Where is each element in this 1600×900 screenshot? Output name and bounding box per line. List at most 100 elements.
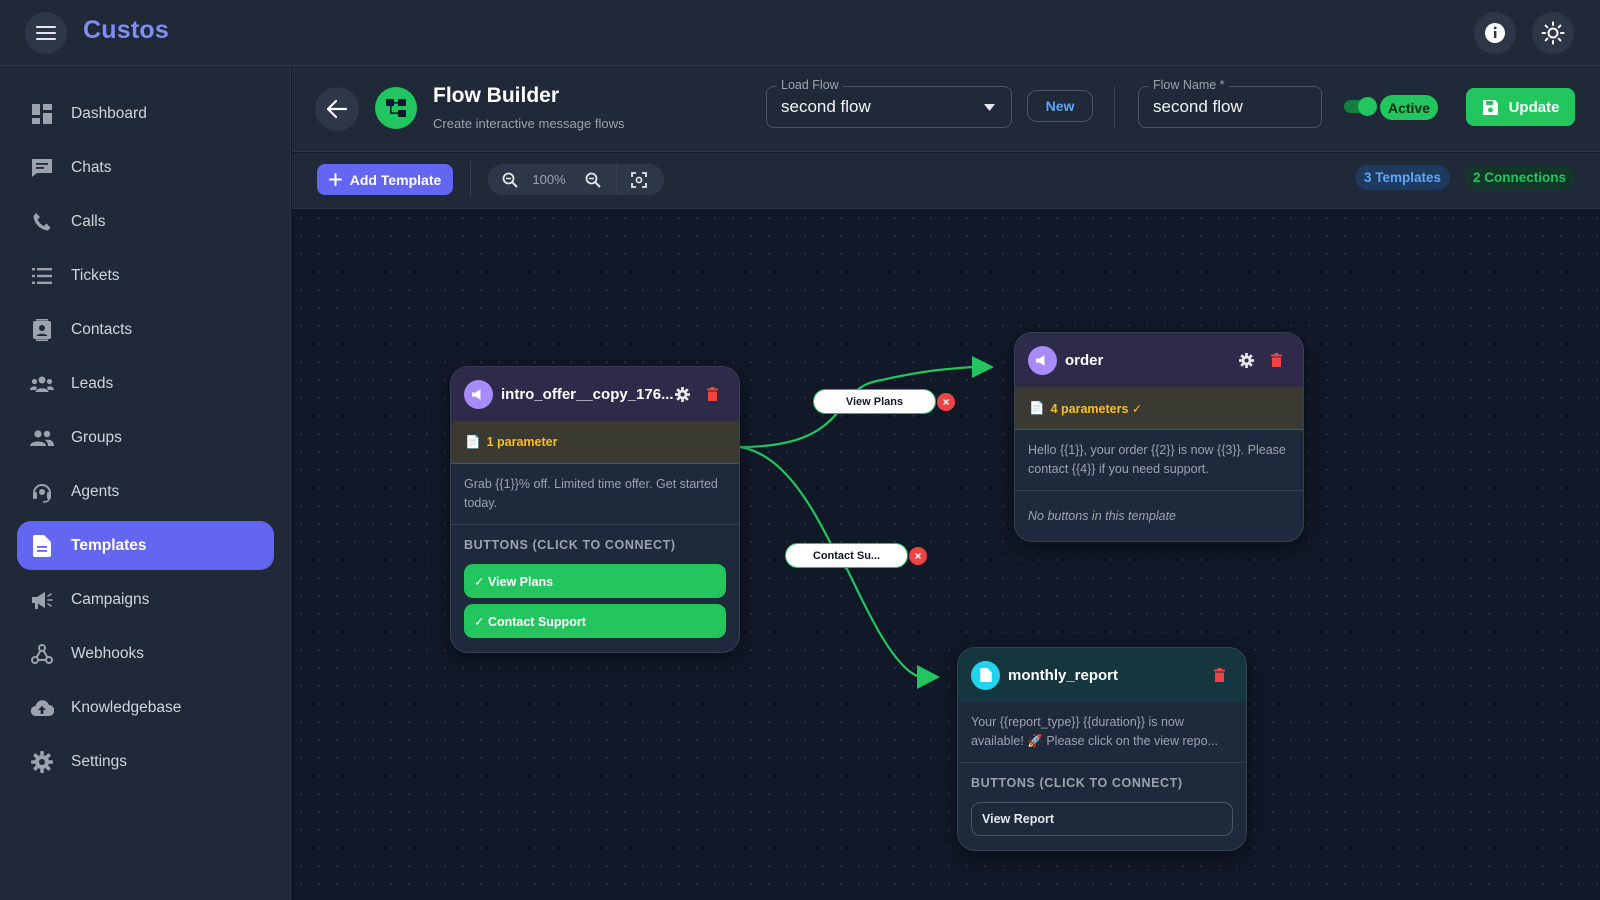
flow-canvas[interactable]: View Plans × Contact Su... × intro_offer… xyxy=(292,209,1600,900)
param-row: 📄 1 parameter xyxy=(451,421,739,464)
edge-label-contact-support[interactable]: Contact Su... xyxy=(785,543,908,568)
page-subtitle: Create interactive message flows xyxy=(433,116,625,131)
sidebar: Dashboard Chats Calls Tickets Contacts L… xyxy=(0,66,291,900)
template-node-monthly-report[interactable]: monthly_report Your {{report_type}} {{du… xyxy=(957,647,1247,851)
zoom-controls: 100% xyxy=(488,164,664,195)
buttons-section-title: BUTTONS (CLICK TO CONNECT) xyxy=(971,776,1183,790)
trash-icon[interactable] xyxy=(1210,666,1228,684)
megaphone-icon xyxy=(1028,345,1057,375)
template-button-view-report[interactable]: View Report xyxy=(971,802,1233,836)
sidebar-item-campaigns[interactable]: Campaigns xyxy=(17,575,274,624)
sidebar-item-settings[interactable]: Settings xyxy=(17,737,274,786)
info-icon xyxy=(1485,23,1505,43)
zoom-divider xyxy=(616,164,617,195)
save-icon xyxy=(1482,99,1498,115)
template-button-contact-support[interactable]: ✓ Contact Support xyxy=(464,604,726,638)
node-title: order xyxy=(1065,351,1104,369)
flow-name-label: Flow Name * xyxy=(1149,78,1229,92)
zoom-in-button[interactable] xyxy=(582,169,604,191)
param-count: 1 parameter xyxy=(486,435,558,449)
edge-delete-view-plans[interactable]: × xyxy=(937,393,955,411)
update-label: Update xyxy=(1508,98,1560,116)
sidebar-item-label: Agents xyxy=(71,482,120,500)
sidebar-item-label: Chats xyxy=(71,158,112,176)
sidebar-item-agents[interactable]: Agents xyxy=(17,467,274,516)
canvas-toolbar: Add Template 100% 3 Templates 2 Connecti… xyxy=(292,153,1600,209)
template-button-view-plans[interactable]: ✓ View Plans xyxy=(464,564,726,598)
node-header[interactable]: monthly_report xyxy=(958,648,1246,702)
document-icon xyxy=(30,534,54,558)
edge-arrow-monthly xyxy=(917,665,940,689)
arrow-left-icon xyxy=(327,100,347,118)
sidebar-item-label: Groups xyxy=(71,428,122,446)
sidebar-item-tickets[interactable]: Tickets xyxy=(17,251,274,300)
trash-icon[interactable] xyxy=(703,385,721,403)
sidebar-item-chats[interactable]: Chats xyxy=(17,143,274,192)
flow-name-value: second flow xyxy=(1153,97,1243,116)
sidebar-item-label: Templates xyxy=(71,536,147,554)
info-button[interactable] xyxy=(1474,12,1516,54)
flow-name-field[interactable]: Flow Name * second flow xyxy=(1138,78,1322,128)
toggle-knob[interactable] xyxy=(1358,97,1377,116)
node-body: Grab {{1}}% off. Limited time offer. Get… xyxy=(451,464,739,525)
trash-icon[interactable] xyxy=(1267,351,1285,369)
node-title: intro_offer__copy_176... xyxy=(501,385,674,403)
load-flow-label: Load Flow xyxy=(777,78,843,92)
flow-builder-logo xyxy=(375,87,417,129)
zoom-out-button[interactable] xyxy=(499,169,521,191)
param-row: 📄 4 parameters ✓ xyxy=(1015,387,1303,430)
node-body: Your {{report_type}} {{duration}} is now… xyxy=(958,702,1246,763)
add-template-button[interactable]: Add Template xyxy=(317,164,453,195)
edge-label-view-plans[interactable]: View Plans xyxy=(813,389,936,414)
sidebar-item-label: Calls xyxy=(71,212,106,230)
update-button[interactable]: Update xyxy=(1466,88,1575,126)
back-button[interactable] xyxy=(315,87,359,131)
template-node-intro-offer[interactable]: intro_offer__copy_176... 📄 1 parameter G… xyxy=(450,366,740,653)
sidebar-item-webhooks[interactable]: Webhooks xyxy=(17,629,274,678)
sidebar-item-label: Dashboard xyxy=(71,104,147,122)
gear-icon xyxy=(30,750,54,774)
header-divider xyxy=(1114,86,1115,128)
sidebar-item-calls[interactable]: Calls xyxy=(17,197,274,246)
theme-toggle-button[interactable] xyxy=(1532,12,1574,54)
sidebar-item-leads[interactable]: Leads xyxy=(17,359,274,408)
flow-header: Flow Builder Create interactive message … xyxy=(292,66,1600,152)
sidebar-item-label: Settings xyxy=(71,752,128,770)
groups-icon xyxy=(30,426,54,450)
document-icon: 📄 xyxy=(465,434,481,449)
menu-button[interactable] xyxy=(25,12,67,54)
node-header[interactable]: intro_offer__copy_176... xyxy=(451,367,739,421)
node-title: monthly_report xyxy=(1008,666,1119,684)
cloud-upload-icon xyxy=(30,696,54,720)
template-node-order[interactable]: order 📄 4 parameters ✓ Hello {{1}}, your… xyxy=(1014,332,1304,542)
load-flow-select[interactable]: Load Flow second flow xyxy=(766,78,1012,128)
phone-icon xyxy=(30,210,54,234)
gear-icon[interactable] xyxy=(1237,351,1255,369)
fit-view-button[interactable] xyxy=(628,169,650,191)
megaphone-icon xyxy=(464,379,493,409)
sidebar-item-templates[interactable]: Templates xyxy=(17,521,274,570)
node-body: Hello {{1}}, your order {{2}} is now {{3… xyxy=(1015,430,1303,491)
sidebar-item-dashboard[interactable]: Dashboard xyxy=(17,89,274,138)
no-buttons-note: No buttons in this template xyxy=(1028,509,1176,523)
connections-count-badge: 2 Connections xyxy=(1464,165,1576,190)
zoom-out-icon xyxy=(502,172,518,188)
zoom-level: 100% xyxy=(532,172,566,187)
edge-arrow-order xyxy=(972,356,994,378)
sidebar-item-groups[interactable]: Groups xyxy=(17,413,274,462)
leads-icon xyxy=(30,372,54,396)
templates-count-badge: 3 Templates xyxy=(1355,165,1451,190)
sidebar-item-contacts[interactable]: Contacts xyxy=(17,305,274,354)
brand-logo[interactable]: Custos xyxy=(83,16,169,45)
edge-delete-contact-support[interactable]: × xyxy=(909,547,927,565)
gear-icon[interactable] xyxy=(673,385,691,403)
caret-down-icon xyxy=(984,104,995,111)
page-title: Flow Builder xyxy=(433,84,559,107)
node-header[interactable]: order xyxy=(1015,333,1303,387)
new-flow-button[interactable]: New xyxy=(1027,90,1093,122)
sidebar-item-knowledgebase[interactable]: Knowledgebase xyxy=(17,683,274,732)
hamburger-icon xyxy=(36,26,56,40)
megaphone-icon xyxy=(30,588,54,612)
param-count: 4 parameters ✓ xyxy=(1050,401,1143,416)
chat-icon xyxy=(30,156,54,180)
